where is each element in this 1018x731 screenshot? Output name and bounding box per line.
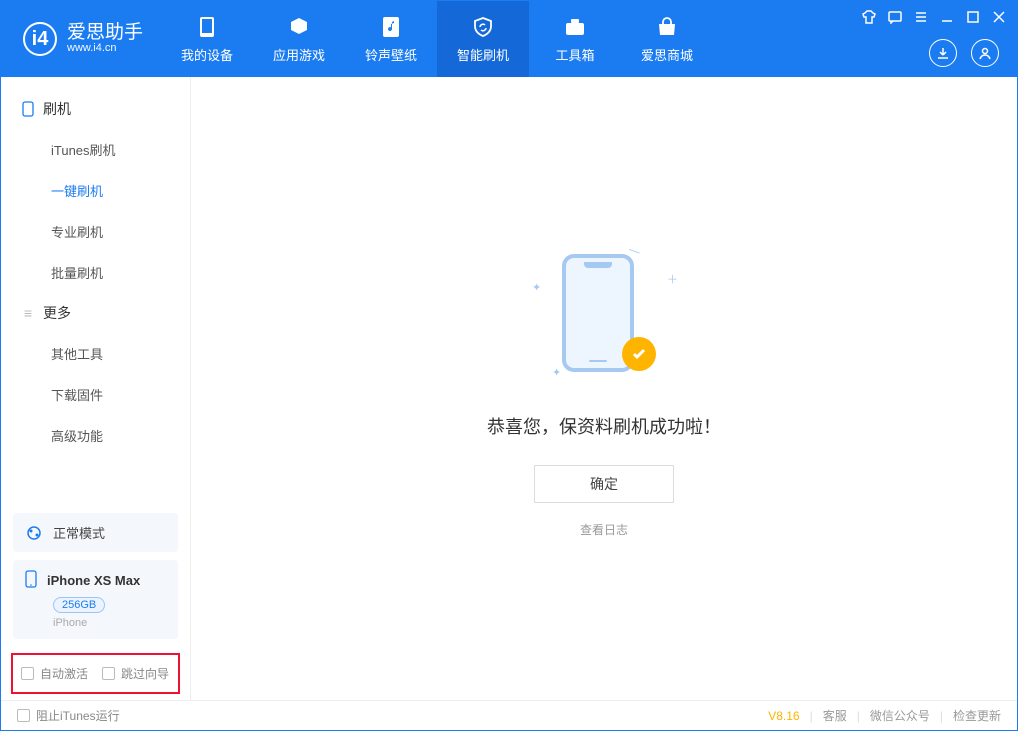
app-name: 爱思助手 — [67, 23, 143, 42]
tab-flash[interactable]: 智能刷机 — [437, 1, 529, 77]
body: 刷机 iTunes刷机 一键刷机 专业刷机 批量刷机 ≡ 更多 其他工具 下载固… — [1, 77, 1017, 700]
footer-link-update[interactable]: 检查更新 — [953, 707, 1001, 724]
list-icon: ≡ — [21, 306, 35, 320]
tab-store[interactable]: 爱思商城 — [621, 1, 713, 77]
checkbox-icon — [17, 709, 30, 722]
header: i4 爱思助手 www.i4.cn 我的设备 应用游戏 铃声壁纸 智能刷机 工具… — [1, 1, 1017, 77]
checkbox-auto-activate[interactable]: 自动激活 — [21, 665, 88, 682]
sidebar: 刷机 iTunes刷机 一键刷机 专业刷机 批量刷机 ≡ 更多 其他工具 下载固… — [1, 77, 191, 700]
success-message: 恭喜您，保资料刷机成功啦！ — [487, 413, 721, 439]
shirt-icon[interactable] — [861, 9, 877, 25]
sidebar-item-oneclick-flash[interactable]: 一键刷机 — [1, 170, 190, 211]
group-label: 刷机 — [43, 99, 71, 119]
logo-icon: i4 — [23, 22, 57, 56]
mode-icon — [25, 524, 43, 542]
sidebar-item-pro-flash[interactable]: 专业刷机 — [1, 211, 190, 252]
sidebar-group-flash: 刷机 — [1, 89, 190, 129]
sidebar-item-download-firmware[interactable]: 下载固件 — [1, 374, 190, 415]
toolbox-icon — [563, 15, 587, 39]
close-icon[interactable] — [991, 9, 1007, 25]
tab-label: 应用游戏 — [273, 45, 325, 64]
checkbox-icon — [102, 667, 115, 680]
cube-icon — [287, 15, 311, 39]
phone-icon — [195, 15, 219, 39]
footer-link-support[interactable]: 客服 — [823, 707, 847, 724]
checkbox-label: 自动激活 — [40, 665, 88, 682]
separator: | — [857, 709, 860, 723]
download-icon[interactable] — [929, 39, 957, 67]
music-file-icon — [379, 15, 403, 39]
main-tabs: 我的设备 应用游戏 铃声壁纸 智能刷机 工具箱 爱思商城 — [161, 1, 713, 77]
refresh-shield-icon — [471, 15, 495, 39]
sidebar-item-itunes-flash[interactable]: iTunes刷机 — [1, 129, 190, 170]
tab-label: 工具箱 — [556, 45, 595, 64]
tab-label: 爱思商城 — [641, 45, 693, 64]
sparkle-icon: ✦ — [552, 366, 561, 379]
options-highlight: 自动激活 跳过向导 — [11, 653, 180, 694]
device-icon — [21, 102, 35, 116]
footer-link-wechat[interactable]: 微信公众号 — [870, 707, 930, 724]
device-type: iPhone — [53, 617, 166, 629]
window-controls — [861, 9, 1007, 25]
app-url: www.i4.cn — [67, 42, 143, 55]
menu-icon[interactable] — [913, 9, 929, 25]
checkmark-badge-icon — [622, 337, 656, 371]
device-card[interactable]: iPhone XS Max 256GB iPhone — [13, 560, 178, 639]
tab-toolbox[interactable]: 工具箱 — [529, 1, 621, 77]
user-icon[interactable] — [971, 39, 999, 67]
sparkle-icon: ✦ — [532, 281, 541, 294]
view-log-link[interactable]: 查看日志 — [580, 521, 628, 538]
feedback-icon[interactable] — [887, 9, 903, 25]
checkbox-skip-guide[interactable]: 跳过向导 — [102, 665, 169, 682]
mode-card[interactable]: 正常模式 — [13, 513, 178, 552]
sidebar-item-advanced[interactable]: 高级功能 — [1, 415, 190, 456]
device-name: iPhone XS Max — [47, 573, 140, 588]
checkbox-label: 跳过向导 — [121, 665, 169, 682]
tab-label: 铃声壁纸 — [365, 45, 417, 64]
main-content: ✦ ＋ ✦ — 恭喜您，保资料刷机成功啦！ 确定 查看日志 — [191, 77, 1017, 700]
checkbox-icon — [21, 667, 34, 680]
group-label: 更多 — [43, 303, 71, 323]
tab-label: 我的设备 — [181, 45, 233, 64]
success-illustration: ✦ ＋ ✦ — — [524, 239, 684, 389]
separator: | — [810, 709, 813, 723]
sidebar-item-batch-flash[interactable]: 批量刷机 — [1, 252, 190, 293]
sidebar-group-more: ≡ 更多 — [1, 293, 190, 333]
minimize-icon[interactable] — [939, 9, 955, 25]
sidebar-item-other-tools[interactable]: 其他工具 — [1, 333, 190, 374]
version-label: V8.16 — [768, 709, 799, 723]
checkbox-label: 阻止iTunes运行 — [36, 707, 120, 724]
checkbox-block-itunes[interactable]: 阻止iTunes运行 — [17, 707, 120, 724]
ok-button[interactable]: 确定 — [534, 465, 674, 503]
phone-small-icon — [25, 570, 37, 591]
store-icon — [655, 15, 679, 39]
separator: | — [940, 709, 943, 723]
tab-label: 智能刷机 — [457, 45, 509, 64]
footer: 阻止iTunes运行 V8.16 | 客服 | 微信公众号 | 检查更新 — [1, 700, 1017, 730]
tab-my-device[interactable]: 我的设备 — [161, 1, 253, 77]
mode-label: 正常模式 — [53, 523, 105, 542]
header-actions — [929, 39, 999, 67]
maximize-icon[interactable] — [965, 9, 981, 25]
tab-ringtones[interactable]: 铃声壁纸 — [345, 1, 437, 77]
app-logo: i4 爱思助手 www.i4.cn — [1, 22, 161, 56]
sparkle-icon: ＋ — [667, 271, 678, 287]
device-storage-badge: 256GB — [53, 597, 105, 613]
tab-apps[interactable]: 应用游戏 — [253, 1, 345, 77]
